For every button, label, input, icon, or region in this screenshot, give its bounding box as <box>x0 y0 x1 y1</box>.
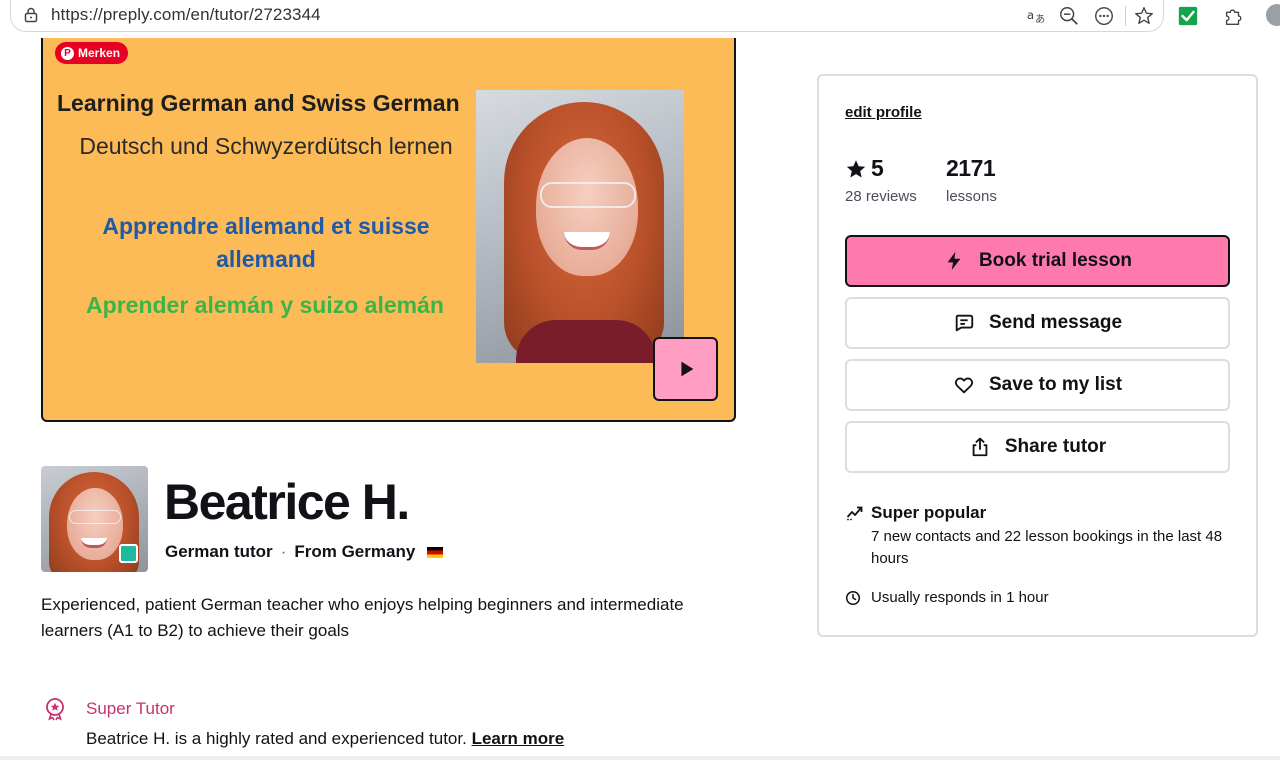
play-button[interactable] <box>653 337 718 401</box>
pinterest-icon: P <box>61 46 74 60</box>
online-status-indicator <box>119 544 138 563</box>
video-line-spanish: Aprender alemán y suizo alemán <box>86 292 444 318</box>
super-tutor-text: Beatrice H. is a highly rated and experi… <box>86 729 467 748</box>
translate-icon[interactable]: aあ <box>1024 4 1048 28</box>
send-message-button[interactable]: Send message <box>845 297 1230 349</box>
video-line-french: Apprendre allemand et suisse allemand <box>102 213 430 272</box>
more-icon[interactable] <box>1092 4 1116 28</box>
super-popular-description: 7 new contacts and 22 lesson bookings in… <box>871 528 1223 567</box>
tutor-tagline: Experienced, patient German teacher who … <box>41 595 684 640</box>
play-icon <box>680 361 693 377</box>
super-tutor-title: Super Tutor <box>86 699 175 718</box>
svg-text:a: a <box>1027 8 1034 22</box>
pinterest-save-button[interactable]: P Merken <box>55 42 129 64</box>
favorite-star-icon[interactable] <box>1132 4 1156 28</box>
url-text[interactable]: https://preply.com/en/tutor/2723344 <box>51 5 321 25</box>
pinterest-save-label: Merken <box>78 46 121 60</box>
rating-value: 5 <box>845 155 884 182</box>
star-icon <box>846 159 866 178</box>
reviews-count[interactable]: 28 reviews <box>845 188 917 205</box>
tutor-name: Beatrice H. <box>164 474 410 530</box>
zoom-out-icon[interactable] <box>1057 4 1081 28</box>
video-headline: Learning German and Swiss German <box>57 90 460 116</box>
rating-number: 5 <box>871 155 884 181</box>
send-message-label: Send message <box>988 312 1123 333</box>
edit-profile-link[interactable]: edit profile <box>845 104 922 121</box>
save-to-list-label: Save to my list <box>988 374 1123 395</box>
clock-icon <box>845 590 861 606</box>
tutor-origin: From Germany <box>294 542 416 561</box>
video-line-german: Deutsch und Schwyzerdütsch lernen <box>79 133 453 159</box>
book-trial-label: Book trial lesson <box>978 250 1133 271</box>
profile-avatar-partial[interactable] <box>1266 4 1280 26</box>
meta-separator: · <box>280 542 287 561</box>
lightning-icon <box>947 251 961 271</box>
heart-icon <box>954 377 974 394</box>
intro-video[interactable]: P Merken Learning German and Swiss Germa… <box>41 38 736 422</box>
svg-text:あ: あ <box>1035 13 1045 25</box>
toolbar-divider <box>1125 6 1126 26</box>
extension-check-icon[interactable] <box>1176 4 1200 28</box>
super-tutor-description: Beatrice H. is a highly rated and experi… <box>86 729 564 749</box>
germany-flag-icon <box>427 546 444 558</box>
tutor-meta: German tutor · From Germany <box>165 542 444 562</box>
video-thumbnail-photo <box>476 90 684 363</box>
trending-icon <box>846 506 863 521</box>
extensions-puzzle-icon[interactable] <box>1221 4 1245 28</box>
tutor-role: German tutor <box>165 542 273 561</box>
lock-icon[interactable] <box>22 6 40 24</box>
save-to-list-button[interactable]: Save to my list <box>845 359 1230 411</box>
share-tutor-button[interactable]: Share tutor <box>845 421 1230 473</box>
book-trial-lesson-button[interactable]: Book trial lesson <box>845 235 1230 287</box>
page-bottom-divider <box>0 756 1280 760</box>
super-tutor-badge-icon <box>46 698 64 721</box>
lessons-count: 2171 <box>946 155 996 181</box>
message-icon <box>955 314 974 332</box>
super-popular-title: Super popular <box>871 503 987 522</box>
share-tutor-label: Share tutor <box>1004 436 1107 457</box>
share-icon <box>972 437 988 457</box>
browser-toolbar: https://preply.com/en/tutor/2723344 aあ <box>0 0 1280 38</box>
learn-more-link[interactable]: Learn more <box>472 729 565 748</box>
response-time: Usually responds in 1 hour <box>871 589 1049 606</box>
lessons-label: lessons <box>946 188 997 205</box>
